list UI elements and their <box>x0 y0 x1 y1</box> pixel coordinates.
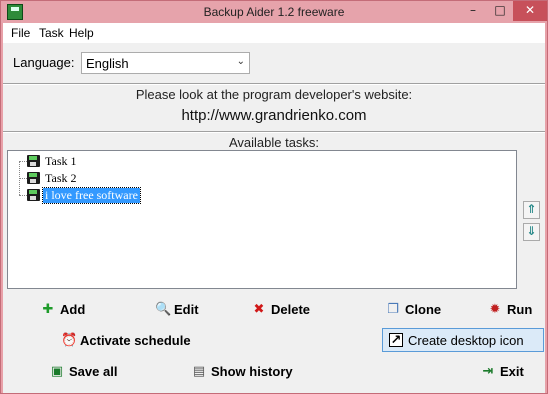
task-list[interactable]: Task 1 Task 2 i love free software <box>7 150 517 289</box>
exit-label: Exit <box>500 364 524 379</box>
chevron-down-icon: ⌄ <box>236 56 245 67</box>
save-all-label: Save all <box>69 364 118 379</box>
run-label: Run <box>507 302 533 317</box>
language-select[interactable]: English ⌄ <box>81 52 250 74</box>
edit-label: Edit <box>174 302 199 317</box>
activate-schedule-button[interactable]: ⏰ Activate schedule <box>61 329 191 352</box>
delete-icon: ✖ <box>253 301 265 317</box>
developer-message: Please look at the program developer's w… <box>135 87 413 102</box>
task-label: i love free software <box>42 187 141 204</box>
clone-icon: ❐ <box>387 301 399 317</box>
maximize-button[interactable]: □ <box>487 1 513 21</box>
create-desktop-icon-label: Create desktop icon <box>408 332 524 348</box>
tree-line <box>19 195 27 196</box>
divider <box>3 83 545 85</box>
add-button[interactable]: ✚ Add <box>41 298 86 321</box>
menu-help[interactable]: Help <box>69 26 94 40</box>
edit-button[interactable]: 🔍 Edit <box>155 298 199 321</box>
app-window: Backup Aider 1.2 freeware – □ ✕ File Tas… <box>0 0 548 394</box>
add-label: Add <box>60 302 86 317</box>
language-label: Language: <box>13 55 75 70</box>
shortcut-icon: ↗ <box>389 333 403 348</box>
floppy-disk-icon <box>27 155 40 167</box>
move-up-button[interactable]: ⇑ <box>523 201 540 219</box>
tasks-header: Available tasks: <box>228 135 320 150</box>
menu-task[interactable]: Task <box>39 26 64 40</box>
divider <box>3 131 545 133</box>
history-icon: ▤ <box>192 363 206 379</box>
floppy-disk-icon <box>27 189 40 201</box>
clone-button[interactable]: ❐ Clone <box>386 298 441 321</box>
delete-label: Delete <box>271 302 311 317</box>
plus-icon: ✚ <box>42 301 54 317</box>
create-desktop-icon-button[interactable]: ↗ Create desktop icon <box>382 328 544 352</box>
delete-button[interactable]: ✖ Delete <box>252 298 310 321</box>
title-bar[interactable]: Backup Aider 1.2 freeware – □ ✕ <box>1 1 547 23</box>
floppy-disk-icon <box>27 172 40 184</box>
minimize-button[interactable]: – <box>459 1 487 21</box>
task-label: Task 2 <box>45 171 77 185</box>
edit-icon: 🔍 <box>155 301 172 317</box>
tree-line <box>19 161 27 162</box>
tree-line <box>19 178 27 179</box>
save-all-button[interactable]: ▣ Save all <box>50 360 118 383</box>
menu-file[interactable]: File <box>11 26 30 40</box>
developer-url[interactable]: http://www.grandrienko.com <box>3 107 545 124</box>
run-icon: ✹ <box>489 301 501 317</box>
menu-bar: File Task Help <box>3 23 545 43</box>
close-button[interactable]: ✕ <box>513 1 547 21</box>
run-button[interactable]: ✹ Run <box>488 298 533 321</box>
show-history-button[interactable]: ▤ Show history <box>192 360 293 383</box>
alarm-clock-icon: ⏰ <box>61 332 78 348</box>
activate-schedule-label: Activate schedule <box>80 333 191 348</box>
task-label: Task 1 <box>45 154 77 168</box>
save-icon: ▣ <box>50 363 64 379</box>
move-down-button[interactable]: ⇓ <box>523 223 540 241</box>
show-history-label: Show history <box>211 364 293 379</box>
clone-label: Clone <box>405 302 442 317</box>
exit-button[interactable]: ⇥ Exit <box>481 360 524 383</box>
exit-icon: ⇥ <box>482 363 494 379</box>
client-area: File Task Help Language: English ⌄ Pleas… <box>3 23 545 393</box>
language-value: English <box>86 56 129 71</box>
